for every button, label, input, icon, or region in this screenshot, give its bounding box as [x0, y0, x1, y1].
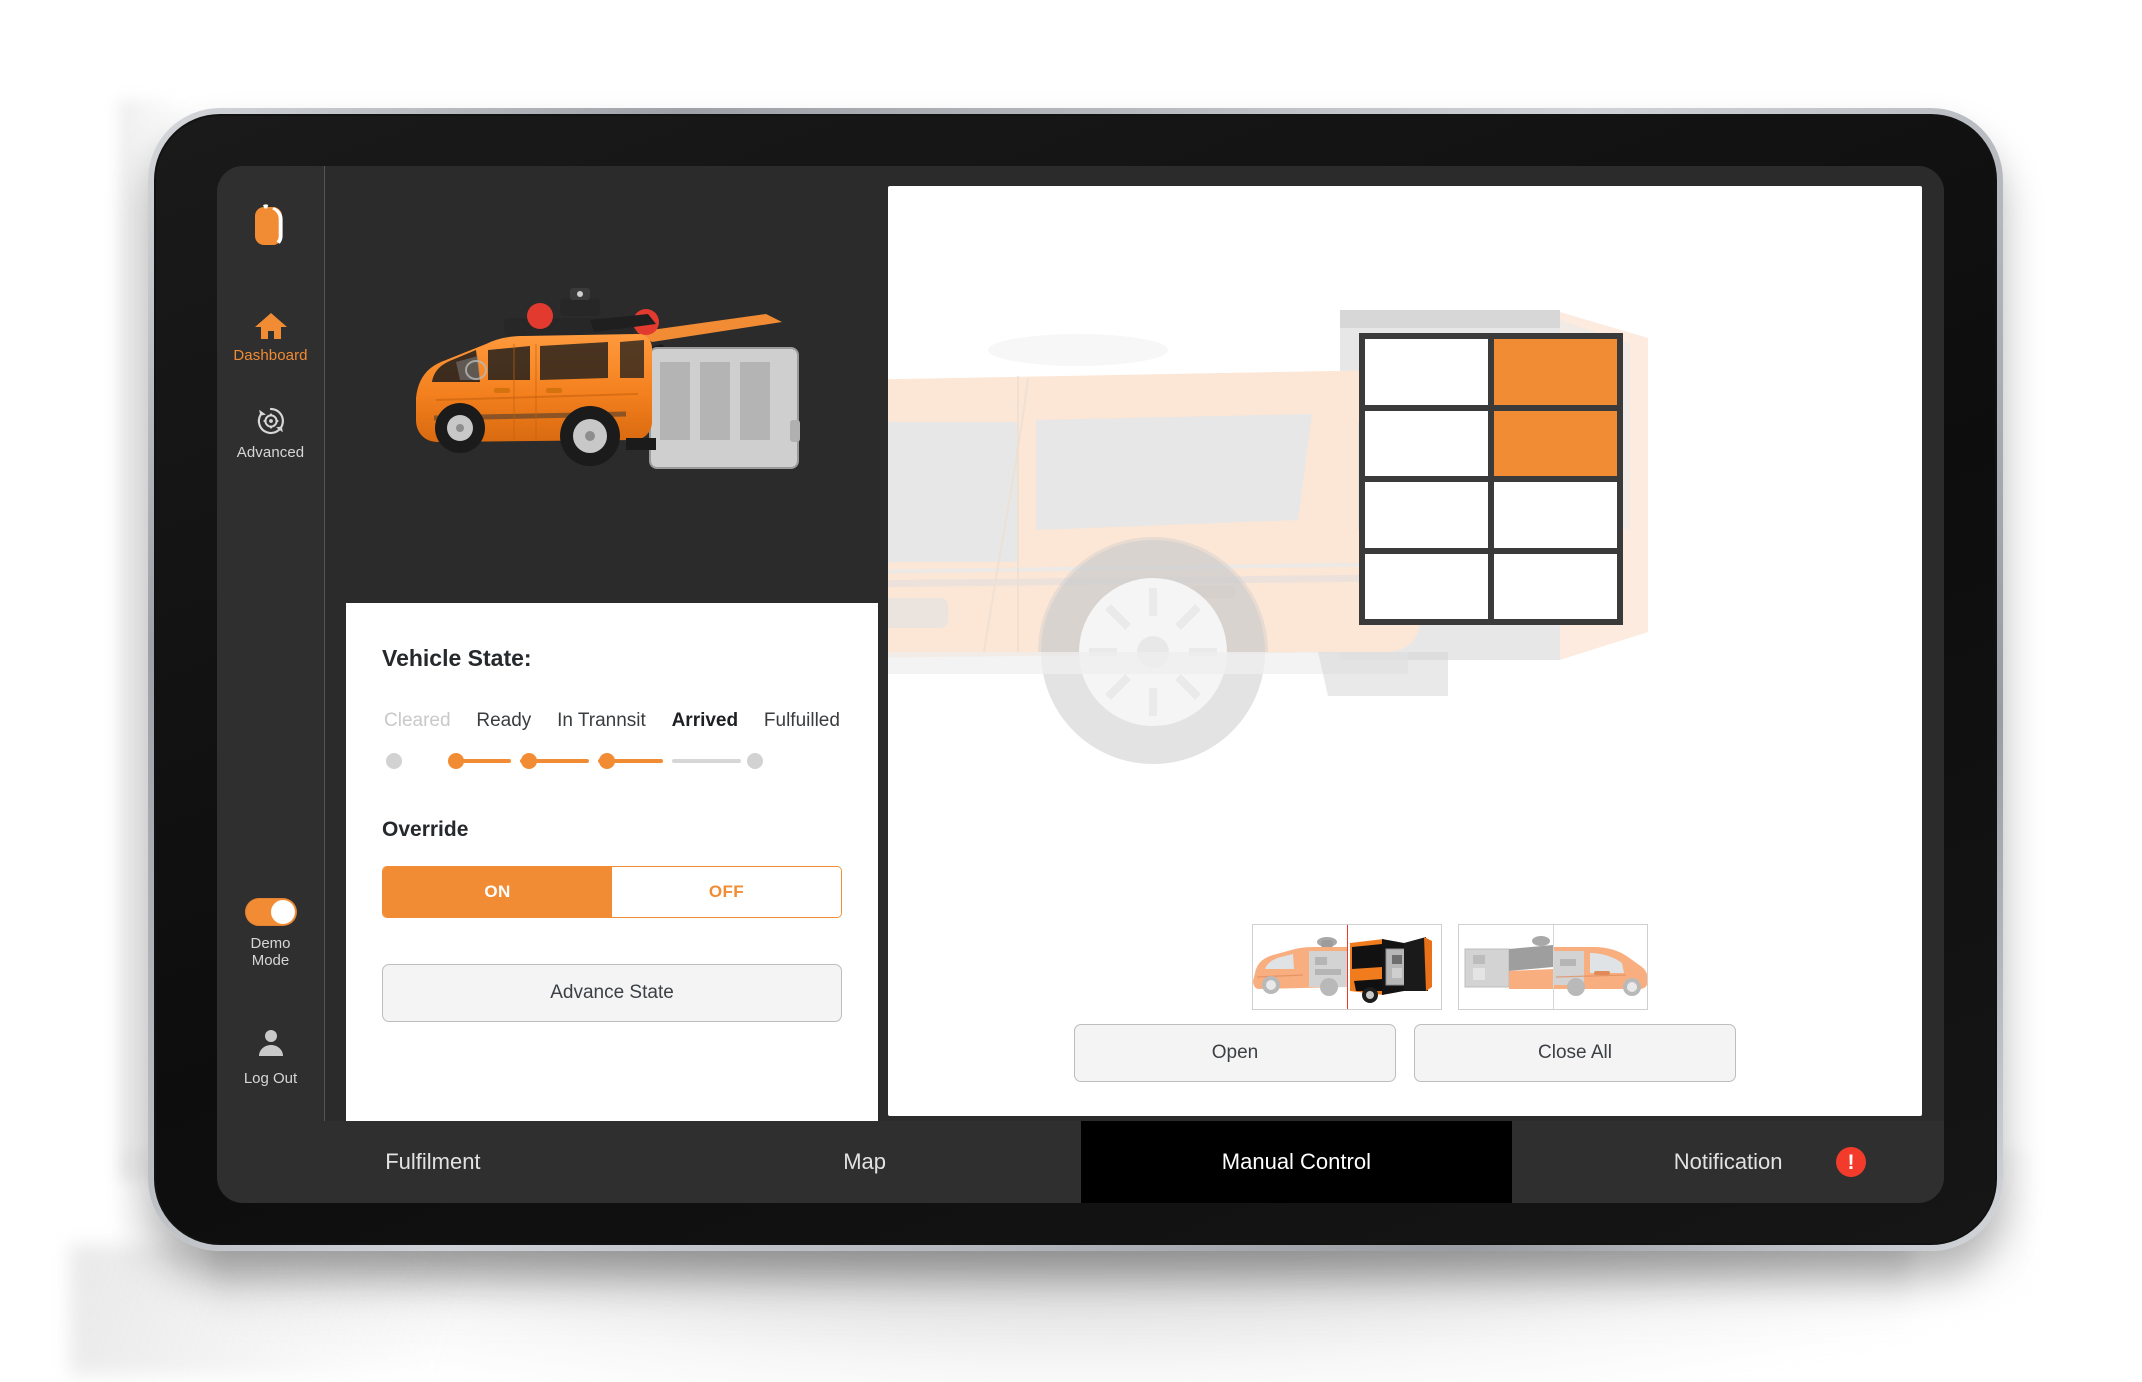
tab-notification-label: Notification	[1673, 1149, 1783, 1174]
demo-mode-control[interactable]: Demo Mode	[244, 897, 297, 970]
tablet-bezel: Dashboard Advanced Demo Mode Log Out Veh…	[154, 114, 1997, 1245]
locker-cell-r3c2[interactable]	[1494, 482, 1617, 548]
thumb-van-right-rear[interactable]	[1459, 925, 1553, 1009]
override-on-button[interactable]: ON	[383, 867, 612, 917]
locker-cell-r4c1[interactable]	[1365, 553, 1488, 619]
home-icon	[254, 307, 288, 341]
app-logo	[249, 202, 293, 255]
locker-cell-r1c2[interactable]	[1494, 339, 1617, 405]
sidebar-item-dashboard[interactable]: Dashboard	[217, 307, 324, 364]
user-icon	[255, 1026, 287, 1063]
locker-cell-r2c1[interactable]	[1365, 410, 1488, 476]
state-label-arrived[interactable]: Arrived	[672, 710, 739, 732]
state-label-in-transit[interactable]: In Trannsit	[557, 710, 646, 732]
locker-grid	[1360, 334, 1622, 624]
logout-label: Log Out	[243, 1070, 298, 1087]
thumbnail-group-right	[1458, 924, 1648, 1010]
open-button[interactable]: Open	[1074, 1024, 1396, 1082]
state-dot-cleared[interactable]	[385, 753, 402, 769]
demo-mode-toggle-knob	[270, 899, 295, 924]
state-dot-ready[interactable]	[447, 753, 464, 769]
bottom-tab-bar: Fulfilment Map Manual Control Notificati…	[217, 1121, 1944, 1203]
vehicle-state-labels: Cleared Ready In Trannsit Arrived Fulfui…	[382, 710, 842, 732]
tab-manual-control[interactable]: Manual Control	[1080, 1121, 1513, 1203]
manual-control-card: Open Close All	[888, 186, 1922, 1116]
locker-cell-r1c1[interactable]	[1365, 339, 1488, 405]
sidebar-item-advanced[interactable]: Advanced	[217, 404, 324, 461]
main-content: Vehicle State: Cleared Ready In Trannsit…	[325, 166, 1944, 1121]
state-label-ready[interactable]: Ready	[476, 710, 531, 732]
demo-mode-label-line1: Demo	[250, 934, 291, 952]
state-dot-fulfilled[interactable]	[746, 753, 763, 769]
locker-cell-r3c1[interactable]	[1365, 482, 1488, 548]
tablet-device: Dashboard Advanced Demo Mode Log Out Veh…	[148, 108, 2003, 1251]
state-label-cleared[interactable]: Cleared	[384, 710, 451, 732]
sidebar: Dashboard Advanced Demo Mode Log Out	[217, 166, 325, 1121]
vehicle-state-title: Vehicle State:	[382, 645, 532, 671]
locker-cell-r4c2[interactable]	[1494, 553, 1617, 619]
state-label-fulfilled[interactable]: Fulfuilled	[764, 710, 840, 732]
advance-state-button[interactable]: Advance State	[382, 964, 842, 1022]
screen-body: Dashboard Advanced Demo Mode Log Out Veh…	[217, 166, 1944, 1121]
logout-button[interactable]: Log Out	[244, 1026, 297, 1087]
vehicle-state-card: Vehicle State: Cleared Ready In Trannsit…	[346, 603, 878, 1121]
sidebar-item-advanced-label: Advanced	[236, 443, 305, 461]
state-dot-arrived[interactable]	[599, 753, 616, 769]
van-3d-render	[325, 166, 883, 603]
demo-mode-toggle[interactable]	[244, 897, 297, 926]
notification-alert-badge[interactable]: !	[1836, 1147, 1866, 1177]
vehicle-stage	[888, 186, 1922, 924]
app-screen: Dashboard Advanced Demo Mode Log Out Veh…	[217, 166, 1944, 1203]
vehicle-state-progress	[382, 748, 842, 774]
tab-map[interactable]: Map	[649, 1121, 1081, 1203]
desk-reflection	[70, 1245, 610, 1375]
close-all-button[interactable]: Close All	[1414, 1024, 1736, 1082]
locker-cell-r2c2[interactable]	[1494, 410, 1617, 476]
demo-mode-label-line2: Mode	[251, 952, 290, 970]
override-segmented-control: ON OFF	[382, 866, 842, 918]
override-title: Override	[382, 818, 469, 841]
thumbnail-group-left	[1252, 924, 1442, 1010]
vehicle-panel: Vehicle State: Cleared Ready In Trannsit…	[325, 166, 883, 1121]
sidebar-item-dashboard-label: Dashboard	[233, 347, 308, 364]
demo-mode-label: Demo Mode	[250, 935, 290, 970]
manual-control-actions: Open Close All	[888, 1024, 1922, 1116]
state-dot-in-transit[interactable]	[521, 753, 538, 769]
gear-refresh-icon	[254, 404, 288, 438]
thumb-van-left-rear[interactable]	[1347, 925, 1441, 1009]
thumb-van-right-front[interactable]	[1553, 925, 1647, 1009]
page-root: Dashboard Advanced Demo Mode Log Out Veh…	[0, 0, 2142, 1382]
tab-notification[interactable]: Notification !	[1512, 1121, 1944, 1203]
track-segment-4	[671, 759, 741, 763]
override-off-button[interactable]: OFF	[612, 867, 841, 917]
thumb-van-left-front[interactable]	[1253, 925, 1347, 1009]
view-thumbnail-strip	[888, 924, 1922, 1010]
manual-control-panel: Open Close All	[883, 166, 1944, 1121]
van-side-faded	[888, 310, 1648, 764]
tablet-bezel-inner: Dashboard Advanced Demo Mode Log Out Veh…	[156, 116, 1995, 1243]
tab-fulfilment[interactable]: Fulfilment	[217, 1121, 649, 1203]
